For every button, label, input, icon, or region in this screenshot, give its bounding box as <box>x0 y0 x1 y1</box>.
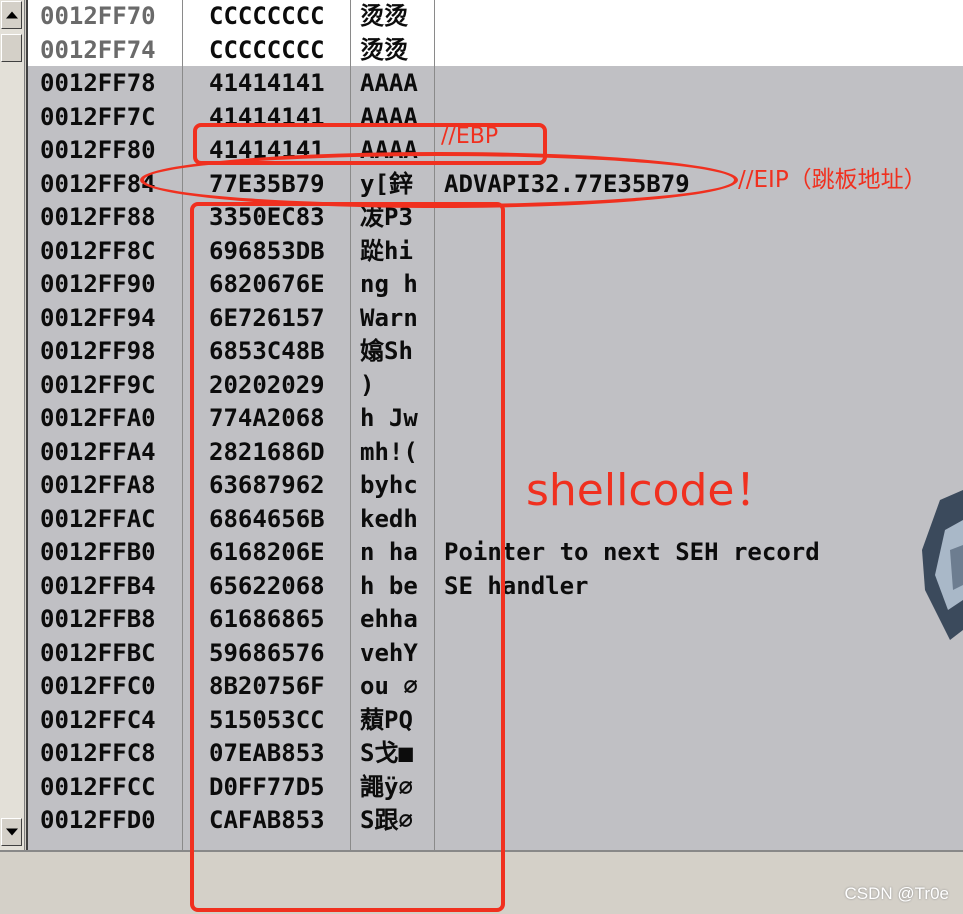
eip-highlight-ellipse <box>140 152 738 208</box>
stack-address: 0012FF90 <box>40 270 156 298</box>
stack-address: 0012FFC8 <box>40 739 156 767</box>
down-arrow-icon <box>5 828 18 836</box>
shellcode-highlight-box <box>190 202 505 912</box>
scroll-down-button[interactable] <box>1 818 22 846</box>
shellcode-annotation: shellcode！ <box>526 465 779 516</box>
stack-address: 0012FF8C <box>40 236 156 265</box>
stack-address: 0012FF70 <box>40 2 156 30</box>
stack-address: 0012FF74 <box>40 35 156 64</box>
stack-address: 0012FFA0 <box>40 404 156 432</box>
stack-value: CCCCCCCC <box>209 35 325 64</box>
stack-ascii: 烫烫 <box>360 2 408 30</box>
vertical-scrollbar[interactable] <box>0 0 25 850</box>
partial-character-image <box>920 490 963 650</box>
stack-address: 0012FFB4 <box>40 571 156 600</box>
stack-address: 0012FF9C <box>40 370 156 399</box>
stack-row[interactable]: 0012FF78 41414141 AAAA <box>28 67 963 101</box>
scroll-up-button[interactable] <box>1 1 22 29</box>
stack-address: 0012FFD0 <box>40 806 156 834</box>
stack-address: 0012FF98 <box>40 337 156 365</box>
up-arrow-icon <box>5 11 18 19</box>
eip-annotation: //EIP（跳板地址） <box>738 167 927 193</box>
stack-address: 0012FFC4 <box>40 705 156 734</box>
stack-address: 0012FFC0 <box>40 672 156 700</box>
ebp-annotation: //EBP <box>441 124 499 149</box>
watermark: CSDN @Tr0e <box>844 884 949 903</box>
stack-row[interactable]: 0012FF74 CCCCCCCC 烫烫 <box>28 34 963 68</box>
stack-address: 0012FF88 <box>40 203 156 231</box>
stack-address: 0012FFA8 <box>40 471 156 499</box>
stack-address: 0012FFAC <box>40 504 156 533</box>
stack-value: 41414141 <box>209 69 325 97</box>
stack-address: 0012FFB8 <box>40 605 156 633</box>
stack-address: 0012FF7C <box>40 102 156 131</box>
stack-address: 0012FF78 <box>40 69 156 97</box>
stack-ascii: 烫烫 <box>360 35 408 64</box>
scroll-thumb[interactable] <box>1 34 22 62</box>
stack-address: 0012FFBC <box>40 638 156 667</box>
stack-address: 0012FF80 <box>40 136 156 164</box>
stack-ascii: AAAA <box>360 69 418 97</box>
stack-value: CCCCCCCC <box>209 2 325 30</box>
stack-address: 0012FFA4 <box>40 437 156 466</box>
stack-address: 0012FFCC <box>40 772 156 801</box>
stack-address: 0012FFB0 <box>40 538 156 566</box>
stack-address: 0012FF84 <box>40 169 156 198</box>
stack-row[interactable]: 0012FF70 CCCCCCCC 烫烫 <box>28 0 963 34</box>
stack-address: 0012FF94 <box>40 303 156 332</box>
